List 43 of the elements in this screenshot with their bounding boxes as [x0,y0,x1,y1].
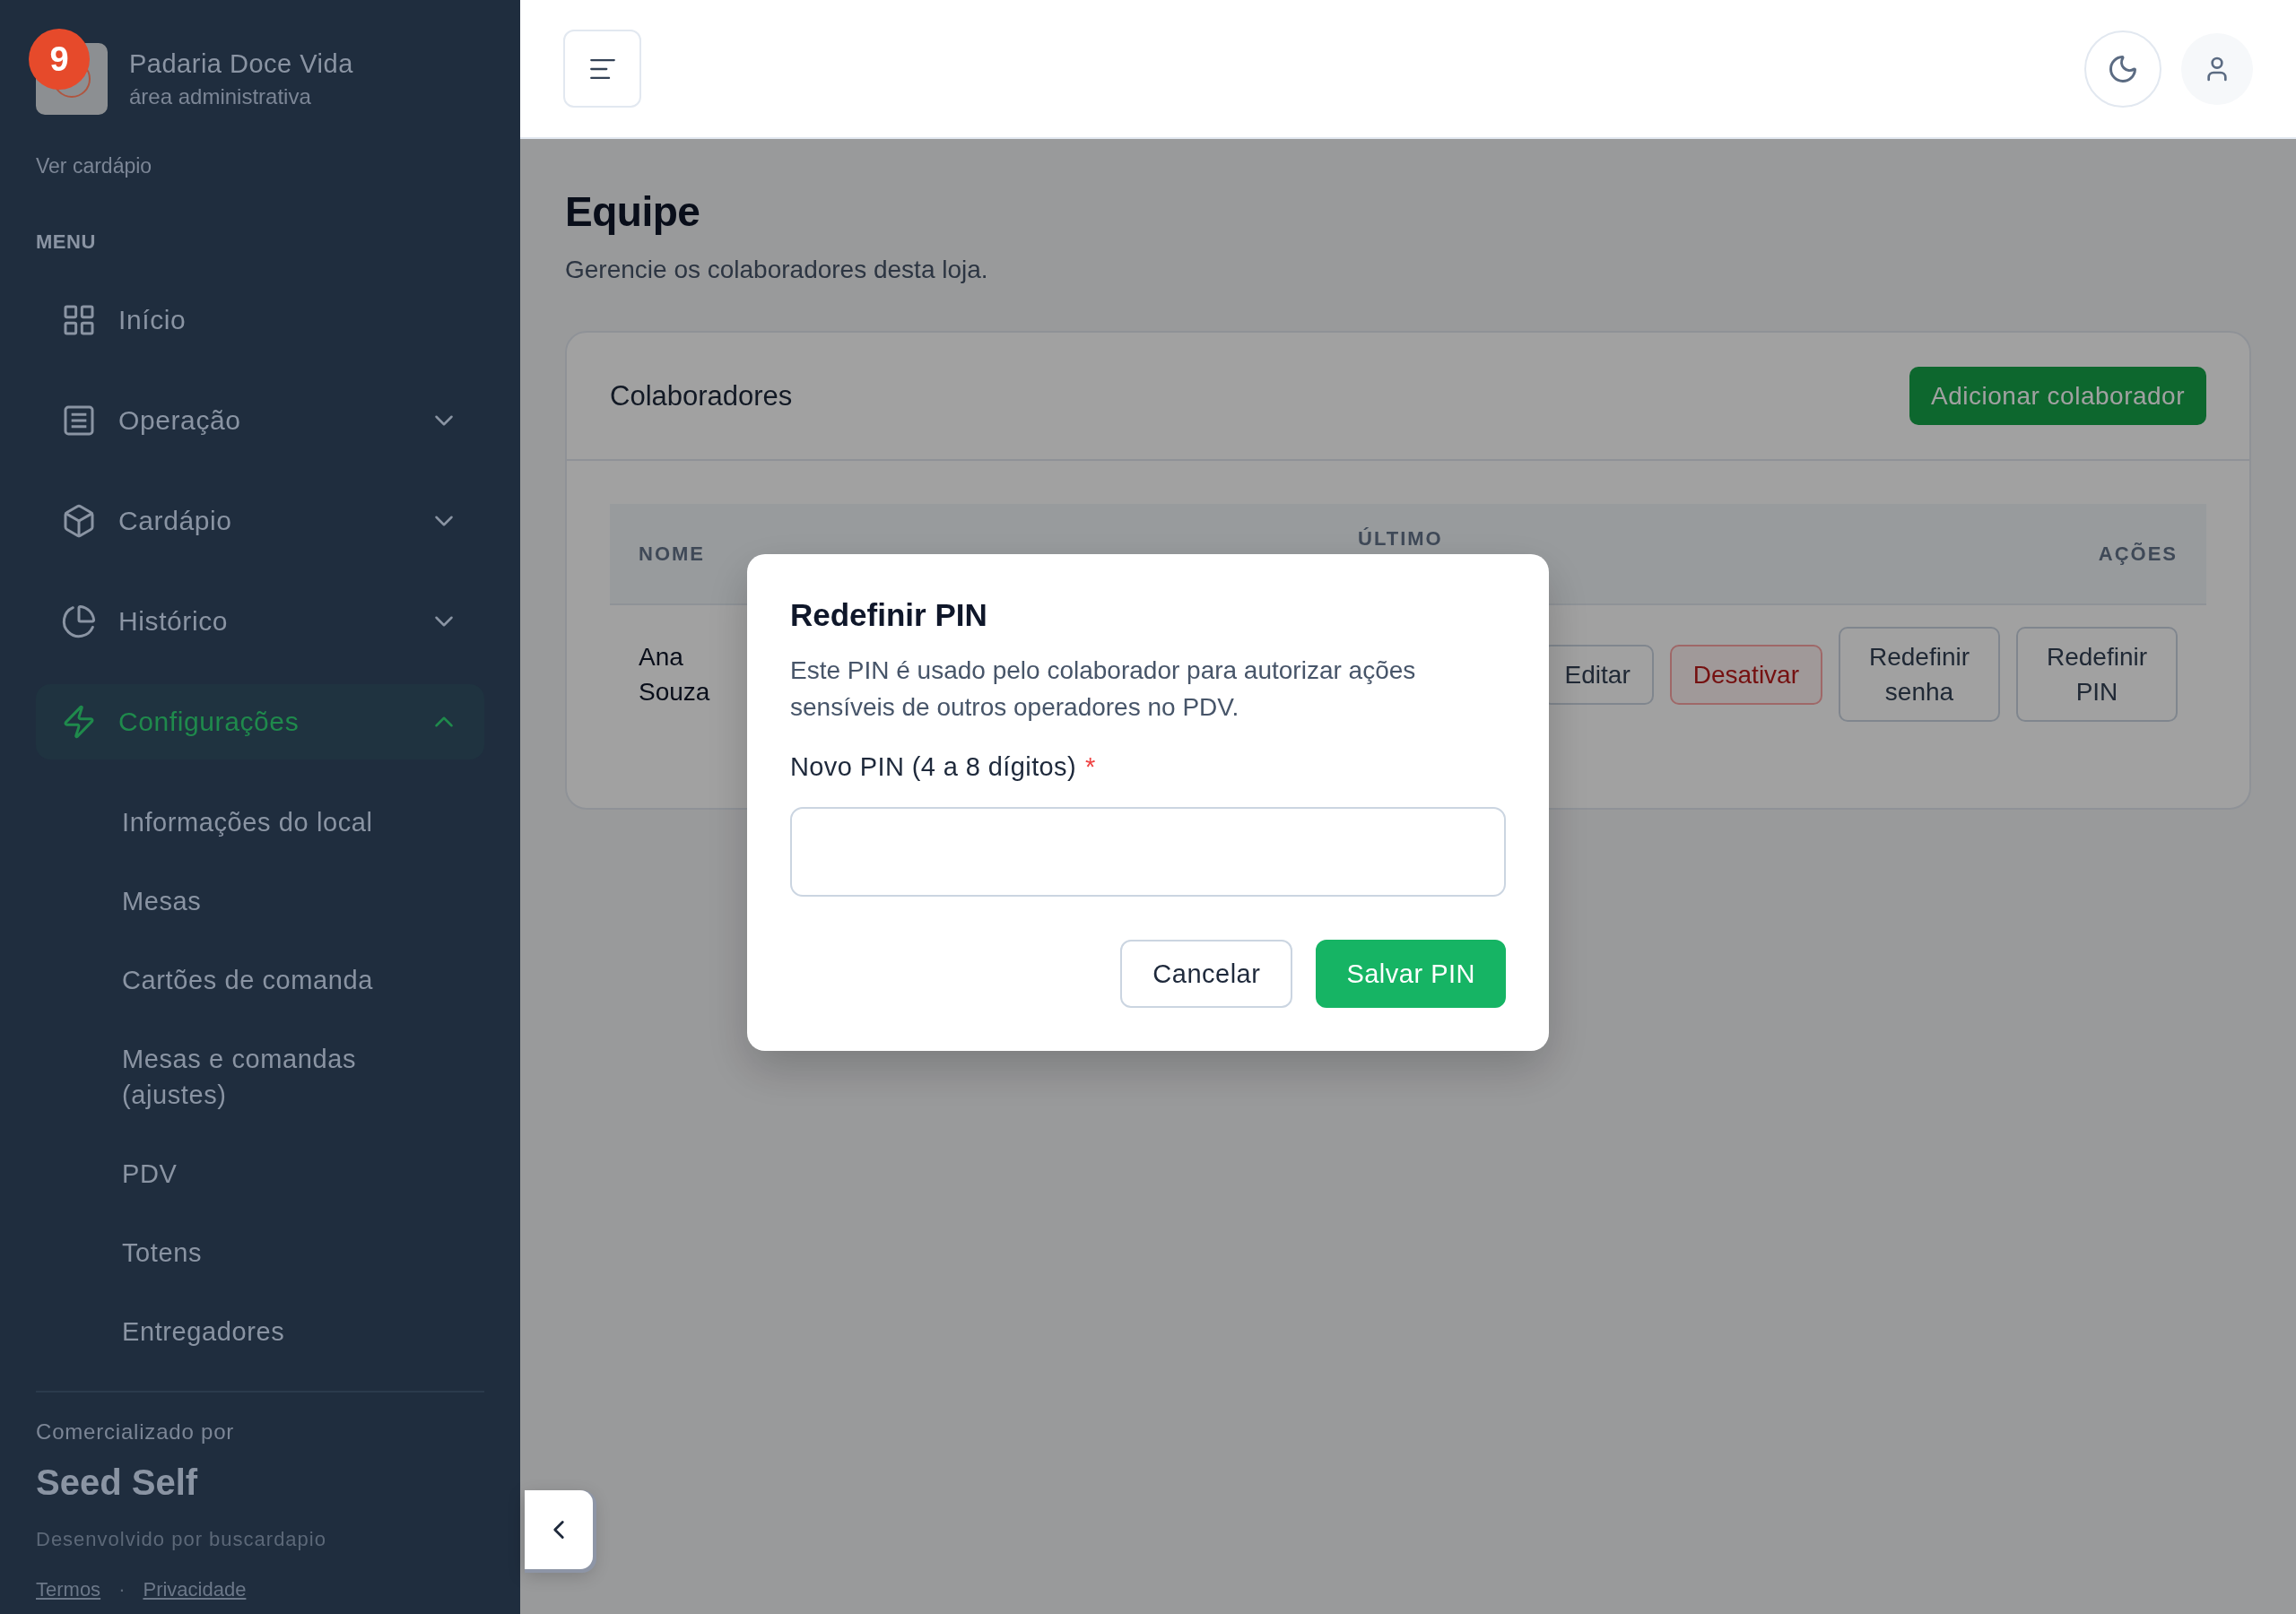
column-header: AÇÕES [2098,542,2178,566]
menu-heading: MENU [36,230,97,254]
footer-brand: Seed Self [36,1462,199,1504]
developer-credit: Desenvolvido por buscardapio [36,1528,327,1552]
submenu-item[interactable]: Cartões de comanda [122,941,418,1020]
action-button[interactable]: Redefinir senha [1839,627,2000,723]
submenu-item[interactable]: Mesas [122,862,418,941]
column-header: ÚLTIMO [1358,526,1444,551]
table-cell-text: Ana Souza [639,642,711,708]
submenu-item[interactable]: Totens [122,1213,418,1293]
notification-badge: 9 [29,29,90,90]
required-mark: * [1085,752,1096,783]
cancel-button[interactable]: Cancelar [1120,940,1293,1009]
submenu-item[interactable]: Informações do local [122,783,418,862]
nav-item[interactable]: Operação [36,383,484,458]
footer-link[interactable]: Privacidade [143,1578,247,1602]
submenu-item[interactable]: Entregadores [122,1292,418,1372]
page-subtitle: Gerencie os colaboradores desta loja. [565,256,989,284]
store-subtitle: área administrativa [129,83,312,109]
pie-chart-icon [61,603,97,639]
dialog-description: Este PIN é usado pelo colaborador para autorizar ações sensíveis de outros operadores no PDV. [790,655,1417,723]
separator-dot: · [118,1578,126,1602]
page-title: Equipe [565,187,701,236]
nav-item[interactable]: Cardápio [36,483,484,559]
add-staff-button[interactable]: Adicionar colaborador [1909,367,2206,425]
footer-link[interactable]: Termos [36,1578,101,1602]
view-menu-link[interactable]: Ver cardápio [36,154,484,178]
submenu-item[interactable]: Mesas e comandas (ajustes) [122,1020,418,1135]
nav-item[interactable]: Histórico [36,584,484,659]
field-label-text: Novo PIN (4 a 8 dígitos) [790,752,1077,783]
dialog-title: Redefinir PIN [790,597,988,633]
store-name: Padaria Doce Vida [129,48,353,79]
pin-input-field[interactable] [790,807,1506,898]
action-button[interactable]: Desativar [1669,644,1822,705]
menu-button[interactable] [563,30,641,108]
action-button[interactable]: Redefinir PIN [2016,627,2178,723]
submenu-item[interactable]: PDV [122,1134,418,1214]
marketed-by-caption: Comercializado por [36,1419,236,1445]
card-title: Colaboradores [610,379,793,412]
column-header: NOME [639,542,706,566]
save-button[interactable]: Salvar PIN [1316,940,1506,1009]
nav-item[interactable]: Configurações [36,684,484,759]
nav-item[interactable]: Início [36,282,484,358]
